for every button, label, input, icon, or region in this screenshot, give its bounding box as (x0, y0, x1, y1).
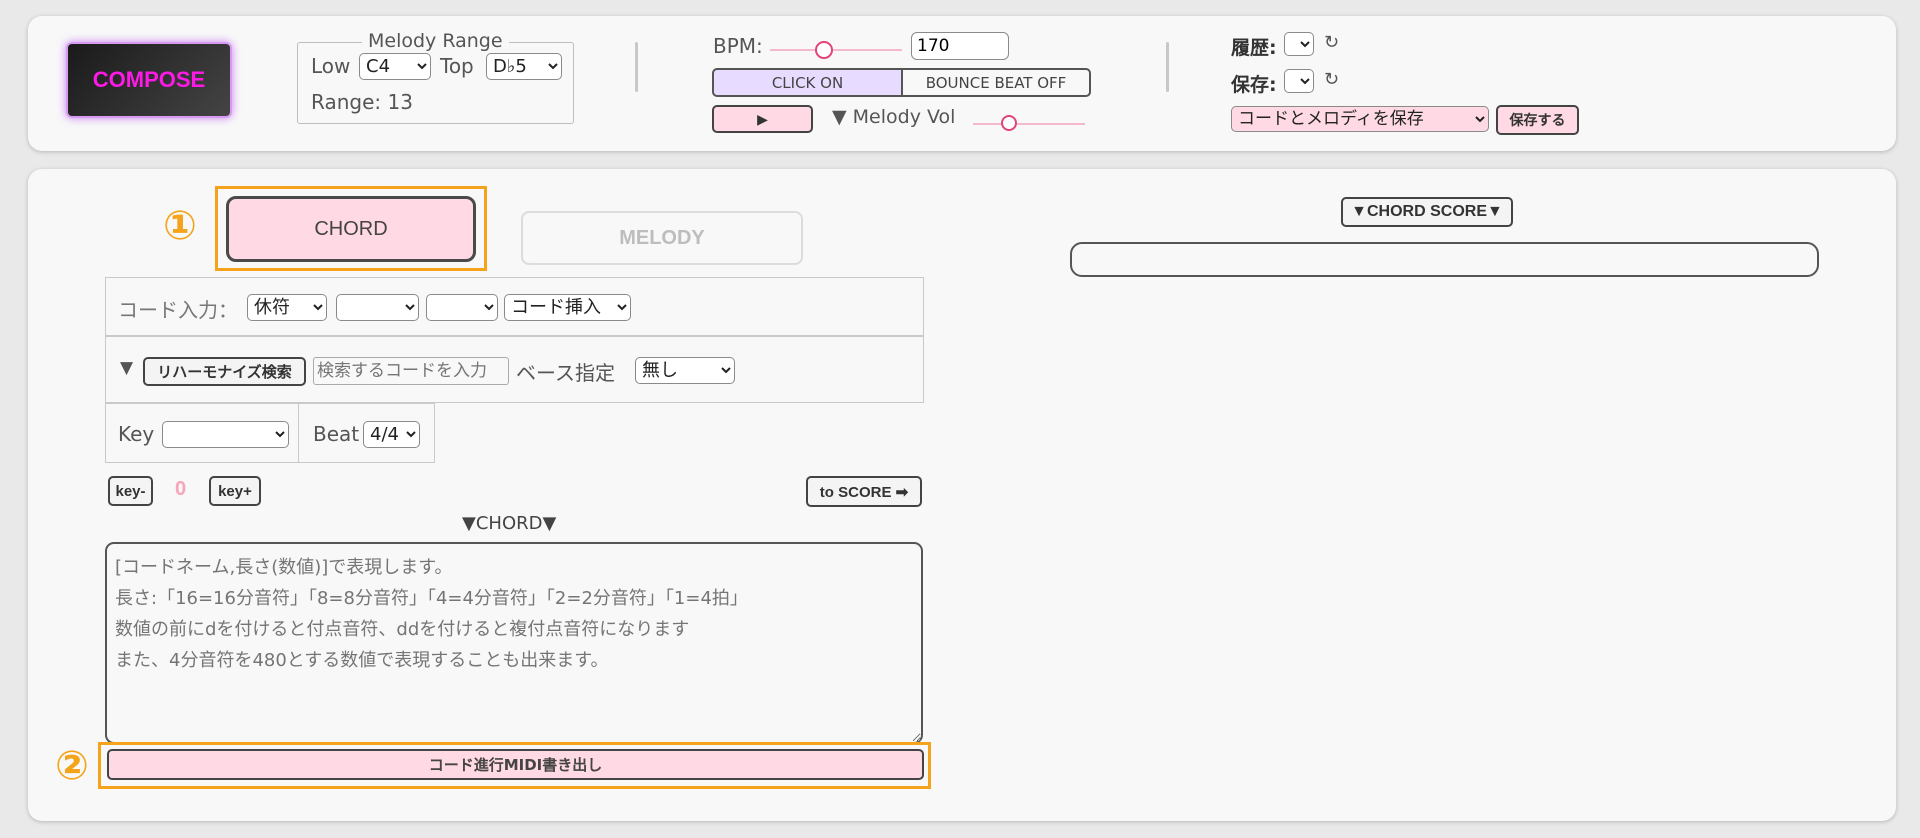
reharmonize-search-input[interactable] (313, 357, 509, 385)
history-refresh-icon[interactable]: ↻ (1324, 32, 1339, 53)
key-select[interactable] (162, 421, 289, 448)
bounce-beat-button[interactable]: BOUNCE BEAT OFF (902, 68, 1091, 97)
melody-range-legend: Melody Range (362, 30, 509, 52)
chord-score-toggle-button[interactable]: ▼CHORD SCORE▼ (1341, 197, 1513, 227)
chord-input-row: コード入力： 休符 コード挿入 (105, 277, 924, 336)
compose-button[interactable]: COMPOSE (66, 42, 232, 118)
melody-range-group: Melody Range Low C4 Top D♭5 Range: 13 (297, 30, 574, 124)
bass-label: ベース指定 (516, 361, 615, 385)
chord-insert-select[interactable]: コード挿入 (504, 294, 631, 321)
range-text: Range: 13 (311, 90, 413, 114)
save-type-select[interactable]: コードとメロディを保存 (1231, 106, 1489, 132)
click-toggle-button[interactable]: CLICK ON (712, 68, 902, 97)
key-plus-button[interactable]: key+ (209, 476, 261, 506)
beat-label: Beat (313, 422, 360, 446)
history-select[interactable] (1284, 32, 1314, 56)
toolbar-divider-1 (635, 42, 638, 92)
tab-chord[interactable]: CHORD (226, 196, 476, 262)
top-label: Top (440, 54, 474, 78)
key-minus-button[interactable]: key- (108, 476, 153, 506)
bpm-slider-track[interactable] (770, 49, 902, 51)
chord-quality-select[interactable] (336, 294, 419, 321)
reharmonize-row: ▼ リハーモナイズ検索 ベース指定 無し (105, 336, 924, 403)
melody-vol-slider-thumb[interactable] (1001, 115, 1017, 131)
editor-panel: ① CHORD MELODY コード入力： 休符 コード挿入 ▼ リハーモナイズ… (28, 169, 1896, 821)
beat-box: Beat 4/4 (298, 403, 435, 463)
top-toolbar-panel: COMPOSE Melody Range Low C4 Top D♭5 Rang… (28, 16, 1896, 151)
to-score-button[interactable]: to SCORE ➡ (806, 476, 922, 507)
chord-score-area[interactable] (1070, 242, 1819, 277)
chord-root-select[interactable]: 休符 (247, 294, 327, 321)
annotation-marker-2: ② (55, 743, 89, 789)
low-note-select[interactable]: C4 (359, 53, 431, 80)
chord-input-label: コード入力： (118, 298, 238, 322)
chord-length-select[interactable] (426, 294, 498, 321)
beat-select[interactable]: 4/4 (363, 421, 420, 448)
save-label: 保存: (1231, 74, 1277, 96)
chord-heading: ▼CHORD▼ (462, 513, 557, 534)
tab-melody[interactable]: MELODY (521, 211, 803, 265)
export-chord-midi-button[interactable]: コード進行MIDI書き出し (107, 749, 924, 780)
top-note-select[interactable]: D♭5 (486, 53, 562, 80)
history-label: 履歴: (1231, 37, 1277, 59)
bpm-label: BPM: (713, 34, 763, 58)
play-icon: ▶ (757, 110, 768, 127)
play-button[interactable]: ▶ (712, 105, 813, 133)
low-label: Low (311, 54, 351, 78)
save-refresh-icon[interactable]: ↻ (1324, 69, 1339, 90)
bass-select[interactable]: 無し (635, 357, 735, 384)
melody-vol-slider-track[interactable] (973, 123, 1085, 125)
reharmonize-toggle-icon[interactable]: ▼ (120, 358, 133, 378)
toolbar-divider-2 (1166, 42, 1169, 92)
bpm-input[interactable] (911, 32, 1009, 60)
chord-textarea[interactable] (105, 542, 923, 744)
melody-vol-label[interactable]: ▼ Melody Vol (832, 106, 955, 128)
save-slot-select[interactable] (1284, 69, 1314, 93)
bpm-slider-thumb[interactable] (815, 41, 833, 59)
reharmonize-search-button[interactable]: リハーモナイズ検索 (143, 357, 306, 386)
key-label: Key (118, 422, 155, 446)
key-box: Key (105, 403, 299, 463)
transpose-value: 0 (175, 478, 187, 500)
annotation-marker-1: ① (163, 203, 197, 249)
save-button[interactable]: 保存する (1496, 105, 1579, 135)
